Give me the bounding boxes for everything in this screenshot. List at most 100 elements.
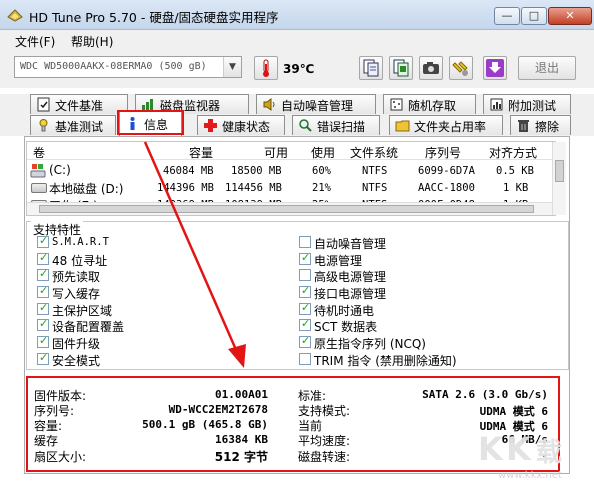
random-access-icon [390,98,403,111]
volume-row[interactable]: 本地磁盘 (D:) 144396 MB 114456 MB 21% NTFS A… [27,179,557,197]
capacity-value: 500.1 gB (465.8 GB) [142,418,268,431]
col-filesystem[interactable]: 文件系统 [350,144,398,161]
thermometer-icon [263,59,269,77]
info-tab-highlight [117,110,184,135]
checkbox[interactable] [37,301,49,315]
checkbox[interactable] [299,334,311,348]
cache-value: 16384 KB [215,433,268,446]
volume-serial: AACC-1800 [418,182,475,194]
tab-noise-management[interactable]: 自动噪音管理 [256,94,376,114]
thermometer-button[interactable] [254,56,278,80]
speaker-icon [263,98,275,111]
checkbox[interactable] [37,317,49,331]
drive-select-value: WDC WD5000AAKX-08ERMA0 (500 gB) [20,61,207,72]
col-used[interactable]: 使用 [311,144,335,161]
checkbox[interactable] [37,284,49,298]
extra-tests-icon [490,98,503,111]
tab-label: 随机存取 [408,99,457,113]
feature-label: SCT 数据表 [314,320,378,334]
rotation-speed-label: 磁盘转速: [298,450,351,464]
firmware-value: 01.00A01 [215,388,268,401]
tab-label: 附加测试 [508,99,557,113]
scroll-thumb[interactable] [555,160,564,182]
volume-capacity: 144396 MB [157,182,214,194]
checkbox[interactable] [37,334,49,348]
checkbox[interactable] [299,317,311,331]
tab-label: 基准测试 [55,120,104,134]
screenshot-camera-icon [423,62,439,74]
window-title: HD Tune Pro 5.70 - 硬盘/固态硬盘实用程序 [29,10,279,25]
menu-file[interactable]: 文件(F) [15,33,55,50]
feature-label: 自动噪音管理 [314,237,387,251]
checkbox[interactable] [37,351,49,365]
tab-file-benchmark[interactable]: 文件基准 [30,94,128,114]
col-free[interactable]: 可用 [264,144,288,161]
chevron-down-icon[interactable]: ▼ [223,57,241,77]
error-scan-icon [299,119,312,132]
menu-help[interactable]: 帮助(H) [71,33,113,50]
standard-value: SATA 2.6 (3.0 Gb/s) [422,388,548,401]
feature-label: 48 位寻址 [52,254,108,268]
tab-random-access[interactable]: 随机存取 [383,94,476,114]
tab-benchmark[interactable]: 基准测试 [30,115,116,135]
hd-tune-app-icon [7,9,23,22]
exit-button[interactable]: 退出 [518,56,576,80]
feature-label: 设备配置覆盖 [52,320,125,334]
toolbar: WDC WD5000AAKX-08ERMA0 (500 gB) ▼ 39℃ 退出 [0,50,594,88]
options-button[interactable] [449,56,473,80]
tab-error-scan[interactable]: 错误扫描 [292,115,380,135]
sector-size-label: 扇区大小: [34,450,87,464]
checkbox[interactable] [299,236,311,248]
checkbox[interactable] [299,301,311,315]
tab-label: 健康状态 [222,120,271,134]
checkbox[interactable] [37,251,49,265]
col-alignment[interactable]: 对齐方式 [489,144,537,161]
close-button[interactable]: ✕ [548,7,592,25]
watermark-url: www.kkx.net [498,470,562,481]
volume-list-vertical-scrollbar[interactable] [552,142,566,215]
save-icon [393,59,409,77]
maximize-button[interactable]: □ [521,7,547,25]
tab-health[interactable]: 健康状态 [197,115,285,135]
col-capacity[interactable]: 容量 [189,144,213,161]
tab-extra-tests[interactable]: 附加测试 [483,94,571,114]
feature-label: 待机时通电 [314,304,375,318]
volume-free: 18500 MB [231,165,282,177]
tab-label: 文件夹占用率 [414,120,487,134]
volume-alignment: 0.5 KB [496,165,534,177]
checkbox[interactable] [37,234,49,248]
scroll-thumb[interactable] [39,205,534,213]
checkbox[interactable] [37,267,49,281]
feature-label: 安全模式 [52,354,101,368]
volume-used: 60% [312,165,331,177]
options-icon [452,61,468,76]
tab-erase[interactable]: 擦除 [510,115,571,135]
download-button[interactable] [483,56,507,80]
volume-list-horizontal-scrollbar[interactable] [27,202,552,215]
tab-label: 错误扫描 [317,120,366,134]
title-bar: HD Tune Pro 5.70 - 硬盘/固态硬盘实用程序 — □ ✕ [0,0,594,30]
average-speed-label: 平均速度: [298,434,351,448]
tab-folder-usage[interactable]: 文件夹占用率 [389,115,503,135]
checkbox[interactable] [299,251,311,265]
cache-label: 缓存 [34,434,59,448]
save-button[interactable] [389,56,413,80]
volume-alignment: 1 KB [503,182,529,194]
checkbox[interactable] [299,269,311,281]
supported-mode-value: UDMA 模式 6 [479,405,548,418]
copy-info-icon [363,59,379,77]
checkbox[interactable] [299,353,311,365]
copy-info-button[interactable] [359,56,383,80]
minimize-button[interactable]: — [494,7,520,25]
col-serial[interactable]: 序列号 [425,144,461,161]
col-volume[interactable]: 卷 [33,144,45,161]
volume-row[interactable]: (C:) 46084 MB 18500 MB 60% NTFS 6099-6D7… [27,162,557,180]
drive-select[interactable]: WDC WD5000AAKX-08ERMA0 (500 gB) ▼ [14,56,242,78]
tab-bar: 文件基准 磁盘监视器 自动噪音管理 随机存取 附加测试 基准测试 信息 健康状态… [0,94,594,136]
feature-label: 接口电源管理 [314,287,387,301]
checkbox[interactable] [299,284,311,298]
feature-label: 主保护区域 [52,304,113,318]
screenshot-button[interactable] [419,56,443,80]
feature-label: 原生指令序列 (NCQ) [314,337,426,351]
feature-label: TRIM 指令 (禁用删除通知) [314,354,457,368]
